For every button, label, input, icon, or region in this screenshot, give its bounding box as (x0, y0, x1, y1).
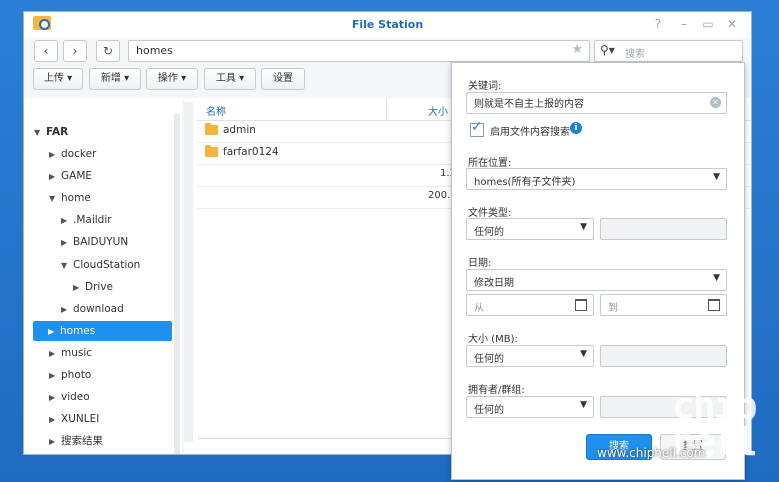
size-select[interactable]: 任何的 ▼ (466, 345, 594, 367)
expand-right-icon[interactable]: ▶ (73, 278, 85, 298)
date-to-input[interactable]: 到 (600, 294, 727, 316)
chevron-down-icon: ▼ (713, 172, 720, 182)
tree-item-music[interactable]: ▶ music (49, 343, 92, 363)
location-select[interactable]: homes(所有子文件夹) ▼ (466, 168, 727, 190)
expand-down-icon[interactable]: ▼ (34, 123, 46, 143)
tree-item-maildir[interactable]: ▶ .Maildir (61, 210, 112, 230)
window-title: File Station (351, 18, 424, 31)
size-label: 大小 (MB): (468, 334, 518, 345)
favorite-star-icon[interactable]: ★ (571, 42, 583, 57)
close-icon[interactable]: ✕ (724, 16, 740, 32)
upload-button[interactable]: 上传 ▾ (33, 68, 83, 90)
search-placeholder: 搜索 (625, 49, 645, 60)
tree-scrollbar[interactable] (174, 114, 180, 454)
tree-item-xunlei[interactable]: ▶ XUNLEI (49, 409, 99, 429)
folder-tree: ▼ FAR ▶ docker ▶ GAME ▼ home ▶ .Maildir ▶ BAID… (24, 98, 182, 454)
folder-icon (205, 145, 218, 157)
expand-right-icon[interactable]: ▶ (49, 145, 61, 165)
expand-right-icon[interactable]: ▶ (49, 366, 61, 386)
filetype-label: 文件类型: (468, 208, 512, 219)
filetype-select[interactable]: 任何的 ▼ (466, 218, 594, 240)
expand-right-icon[interactable]: ▶ (49, 167, 61, 187)
search-input[interactable]: ⚲▾ 搜索 (594, 40, 743, 62)
chevron-down-icon: ▼ (580, 400, 587, 410)
title-bar: File Station ? – ▭ ✕ (24, 12, 751, 38)
path-field[interactable]: homes ★ (128, 40, 590, 62)
date-to-placeholder: 到 (608, 303, 618, 314)
tree-item-cloudstation[interactable]: ▼ CloudStation (61, 255, 140, 275)
column-size-header[interactable]: 大小 (428, 103, 448, 118)
tree-item-docker[interactable]: ▶ docker (49, 144, 96, 164)
date-type-select[interactable]: 修改日期 ▼ (466, 269, 727, 291)
back-button[interactable]: ‹ (34, 40, 58, 62)
location-label: 所在位置: (468, 158, 512, 169)
action-button[interactable]: 操作 ▾ (146, 68, 198, 90)
tree-item-baiduyun[interactable]: ▶ BAIDUYUN (61, 232, 128, 252)
refresh-button[interactable]: ↻ (96, 40, 120, 62)
tree-item-download[interactable]: ▶ download (61, 299, 124, 319)
path-text: homes (136, 44, 173, 57)
clear-icon[interactable]: ✕ (710, 97, 721, 108)
file-name: farfar0124 (223, 146, 279, 158)
expand-right-icon[interactable]: ▶ (49, 388, 61, 408)
owner-value: 任何的 (474, 405, 504, 416)
keyword-label: 关键词: (468, 81, 502, 92)
chevron-down-icon: ▼ (580, 222, 587, 232)
keyword-input[interactable]: 则就是不自主上报的内容 ✕ (466, 92, 727, 114)
tree-item-drive[interactable]: ▶ Drive (73, 277, 113, 297)
expand-right-icon[interactable]: ▶ (49, 344, 61, 364)
tree-root[interactable]: ▼ FAR (34, 122, 68, 142)
tree-item-video[interactable]: ▶ video (49, 387, 90, 407)
expand-right-icon[interactable]: ▶ (49, 432, 61, 452)
chevron-down-icon: ▼ (713, 273, 720, 283)
content-search-checkbox[interactable] (470, 119, 484, 137)
forward-button[interactable]: › (63, 40, 87, 62)
expand-right-icon[interactable]: ▶ (61, 233, 73, 253)
tree-item-photo[interactable]: ▶ photo (49, 365, 91, 385)
owner-select[interactable]: 任何的 ▼ (466, 396, 594, 418)
calendar-icon[interactable] (575, 299, 587, 311)
keyword-value: 则就是不自主上报的内容 (474, 99, 584, 110)
tree-item-game[interactable]: ▶ GAME (49, 166, 92, 186)
date-label: 日期: (468, 258, 492, 269)
location-value: homes(所有子文件夹) (474, 177, 576, 188)
maximize-icon[interactable]: ▭ (700, 16, 716, 32)
expand-right-icon[interactable]: ▶ (48, 322, 60, 342)
tree-item-search-results[interactable]: ▶ 搜索结果 (49, 431, 103, 451)
filetype-value: 任何的 (474, 227, 504, 238)
column-name-header[interactable]: 名称 (206, 103, 226, 118)
filetype-extension-input[interactable] (600, 218, 727, 240)
minimize-icon[interactable]: – (676, 16, 692, 32)
tree-item-homes[interactable]: ▶ homes (33, 321, 172, 341)
folder-icon (205, 123, 218, 135)
info-icon[interactable]: i (570, 122, 582, 134)
expand-down-icon[interactable]: ▼ (49, 189, 61, 209)
calendar-icon[interactable] (708, 299, 720, 311)
date-from-input[interactable]: 从 (466, 294, 594, 316)
file-list-left-scrollbar[interactable] (184, 102, 193, 442)
expand-right-icon[interactable]: ▶ (61, 211, 73, 231)
size-amount-input[interactable] (600, 345, 727, 367)
watermark-url: www.chiphell.com (597, 446, 706, 460)
search-icon[interactable]: ⚲▾ (600, 43, 615, 57)
help-icon[interactable]: ? (650, 16, 666, 32)
content-search-label: 启用文件内容搜索 (490, 127, 570, 138)
file-name: admin (223, 124, 256, 136)
column-divider[interactable] (386, 98, 387, 120)
file-list-footer-divider (198, 438, 458, 439)
expand-right-icon[interactable]: ▶ (61, 300, 73, 320)
owner-label: 拥有者/群组: (468, 385, 525, 396)
tools-button[interactable]: 工具 ▾ (204, 68, 256, 90)
expand-right-icon[interactable]: ▶ (49, 410, 61, 430)
tree-item-home[interactable]: ▼ home (49, 188, 91, 208)
create-button[interactable]: 新增 ▾ (89, 68, 141, 90)
size-value: 任何的 (474, 354, 504, 365)
date-from-placeholder: 从 (474, 303, 484, 314)
chevron-down-icon: ▼ (580, 349, 587, 359)
date-type-value: 修改日期 (474, 278, 514, 289)
settings-button[interactable]: 设置 (261, 68, 305, 90)
expand-down-icon[interactable]: ▼ (61, 256, 73, 276)
